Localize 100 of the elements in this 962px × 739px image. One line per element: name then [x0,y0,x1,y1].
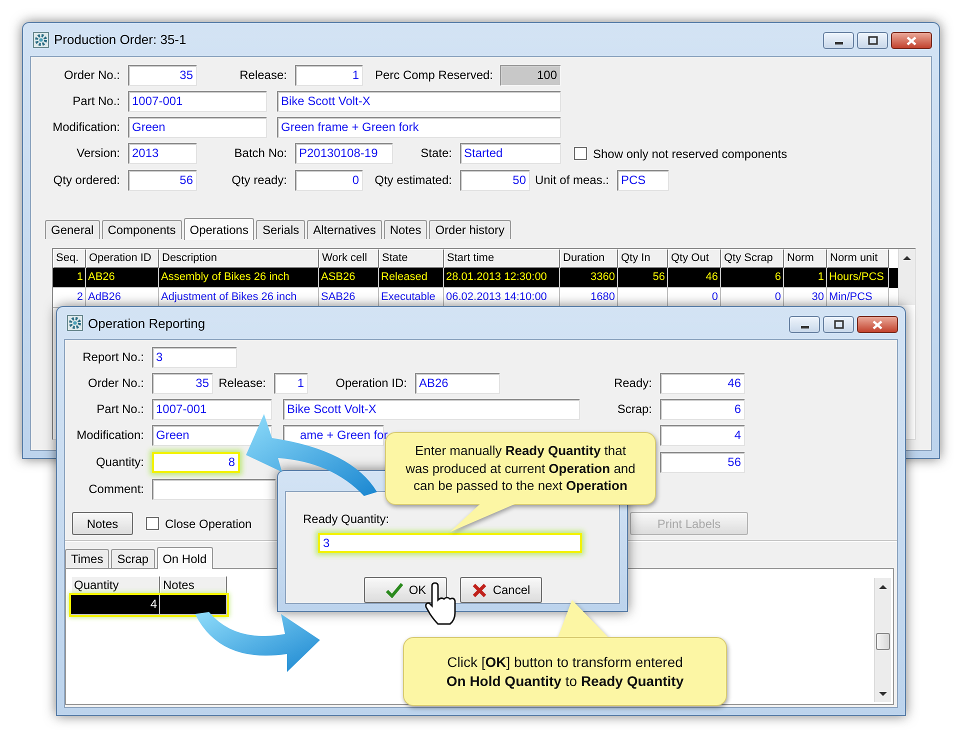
table-cell: 4 [71,595,160,615]
gear-icon [33,32,49,48]
close-icon [872,320,883,330]
input-field[interactable]: 56 [128,170,197,191]
scrollbar[interactable] [898,249,915,305]
input-field[interactable]: 2013 [128,143,197,164]
gear-icon [67,315,83,331]
input-field[interactable]: 46 [660,373,745,394]
field-label: Batch No: [233,145,288,162]
cancel-button[interactable]: Cancel [460,577,542,603]
minimize-button[interactable] [789,316,820,333]
tab[interactable]: Alternatives [307,220,382,239]
maximize-button[interactable] [857,32,888,49]
input-field[interactable]: Bike Scott Volt-X [277,91,561,112]
minimize-button[interactable] [823,32,854,49]
form-button[interactable]: Notes [72,512,133,535]
maximize-icon [834,320,844,329]
field-label: Modification: [52,119,121,136]
field-label: Qty ordered: [52,172,121,189]
column-header[interactable]: Description [159,249,319,268]
input-field[interactable]: 1007-001 [128,91,267,112]
window-title: Production Order: 35-1 [54,32,186,47]
close-button[interactable] [857,316,898,333]
maximize-icon [868,36,878,45]
input-field[interactable]: Started [460,143,561,164]
column-header[interactable]: State [379,249,444,268]
input-field[interactable]: 35 [152,373,213,394]
input-field[interactable]: 8 [152,452,240,473]
tab[interactable]: Operations [184,218,254,240]
checkbox-label: Show only not reserved components [593,146,788,160]
input-field[interactable]: 3 [318,533,582,553]
field-label: Operation ID: [334,375,408,392]
input-field[interactable]: 1 [295,65,363,86]
input-field[interactable]: Green [128,117,267,138]
column-header[interactable]: Norm unit [827,249,889,268]
field-label: Release: [218,375,267,392]
field-label: Part No.: [72,93,121,110]
input-field[interactable]: 1007-001 [152,399,272,420]
close-icon [906,36,917,46]
input-field[interactable]: 4 [660,425,745,446]
column-header[interactable]: Start time [444,249,560,268]
input-field[interactable] [152,479,276,500]
tab[interactable]: Components [102,220,182,239]
ok-button[interactable]: OK [364,577,447,603]
close-button[interactable] [891,32,932,49]
field-label: Qty ready: [230,172,288,189]
table-row[interactable]: 4 [71,595,227,615]
tab[interactable]: Notes [384,220,428,239]
tab[interactable]: Times [65,549,110,568]
callout-text: Click [OK] button to transform entered On Hold Quantity to Ready Quantity [446,652,684,690]
field-label: Quantity: [94,454,145,471]
window-title: Operation Reporting [88,316,206,330]
field-label: State: [420,145,453,162]
field-label: Scrap: [616,401,653,418]
input-field: 100 [500,65,561,86]
scrollbar[interactable] [874,578,891,702]
input-field[interactable]: PCS [617,170,669,191]
input-field[interactable]: AB26 [415,373,500,394]
field-label: Order No.: [86,375,145,392]
input-field[interactable]: 56 [660,452,745,473]
column-header[interactable]: Qty Scrap [721,249,784,268]
field-label: Version: [76,145,121,162]
maximize-button[interactable] [823,316,854,333]
field-label: Comment: [88,481,145,498]
column-header[interactable]: Norm [784,249,827,268]
tab[interactable]: Scrap [111,549,155,568]
tab[interactable]: On Hold [156,547,213,569]
input-field[interactable]: 35 [128,65,197,86]
field-label: Unit of meas.: [534,172,610,189]
field-label: Part No.: [96,401,145,418]
field-label: Qty estimated: [374,172,453,189]
input-field[interactable]: 0 [295,170,363,191]
field-label: Order No.: [62,67,121,84]
input-field[interactable]: 6 [660,399,745,420]
column-header[interactable]: Qty Out [668,249,721,268]
table-row[interactable]: 1 AB26 Assembly of Bikes 26 inch ASB26 Released 28.01.2013 12:30:00 3360 56 46 6 1 Hours/PCS [53,268,898,288]
field-label: Ready: [612,375,653,392]
column-header[interactable]: Work cell [319,249,379,268]
column-header[interactable]: Qty In [618,249,668,268]
column-header[interactable]: Duration [560,249,618,268]
check-icon [384,582,403,598]
input-field[interactable]: 50 [460,170,530,191]
tab[interactable]: General [45,220,100,239]
input-field[interactable]: Green frame + Green fork [277,117,561,138]
cross-icon [472,582,487,598]
field-label: Release: [238,67,288,84]
hand-cursor-icon [424,582,458,626]
field-label: Modification: [76,427,145,444]
input-field[interactable]: 1 [274,373,308,394]
field-label: Report No.: [82,349,145,366]
tab[interactable]: Order history [429,220,511,239]
input-field[interactable]: Bike Scott Volt-X [283,399,580,420]
tab[interactable]: Serials [256,220,306,239]
callout-text: Enter manually Ready Quantity that was produced at current Operation and can be passed to the next Operation [406,442,636,495]
column-header[interactable]: Seq. [53,249,86,268]
input-field[interactable]: 3 [152,347,237,368]
input-field[interactable]: P20130108-19 [295,143,393,164]
checkbox[interactable] [574,147,587,160]
column-header[interactable]: Operation ID [86,249,159,268]
checkbox[interactable] [146,517,159,530]
